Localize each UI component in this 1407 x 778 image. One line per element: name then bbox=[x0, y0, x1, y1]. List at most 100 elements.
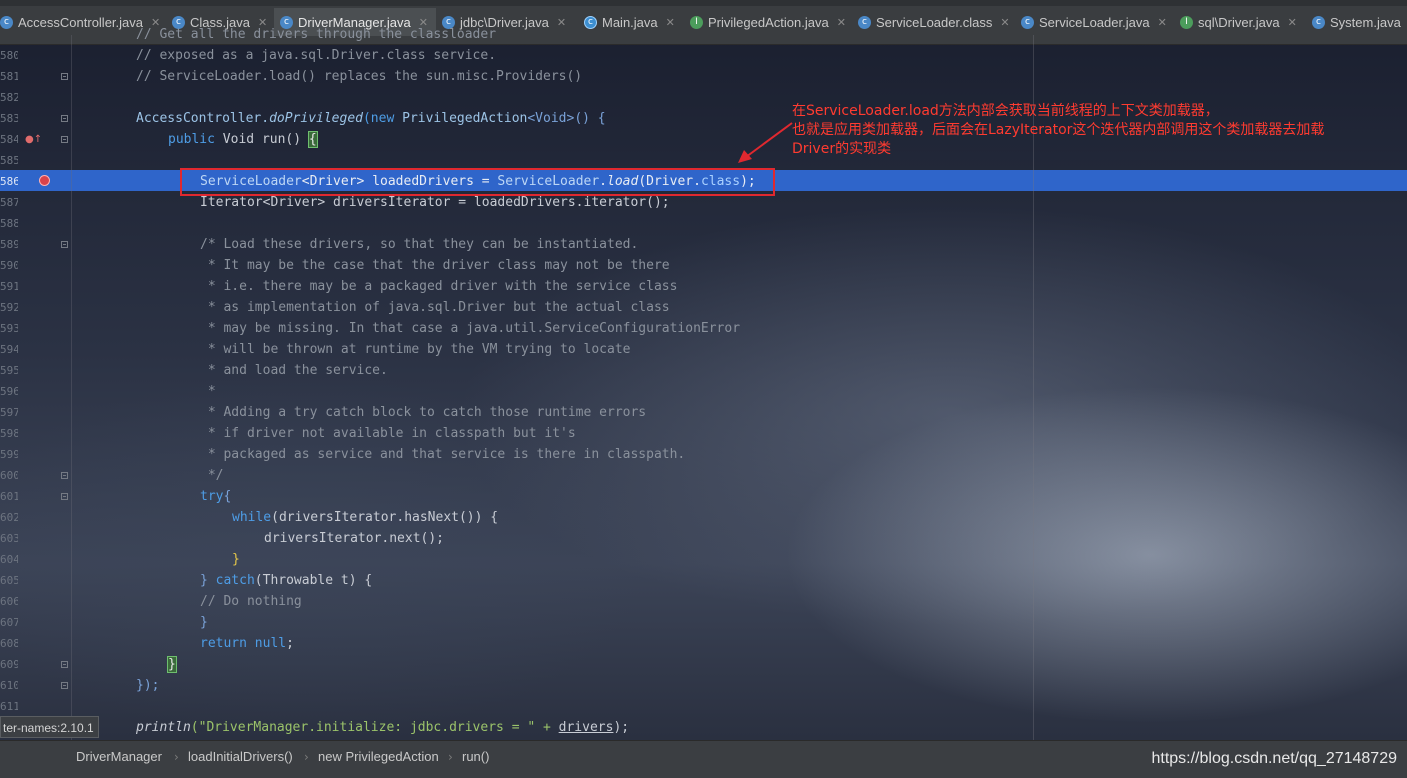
interface-icon: I bbox=[1180, 15, 1193, 29]
code-token: } bbox=[167, 656, 177, 673]
line-number: 593 bbox=[0, 322, 18, 335]
code-line[interactable]: * packaged as service and that service i… bbox=[72, 444, 685, 465]
breadcrumb-item[interactable]: loadInitialDrivers() bbox=[188, 748, 293, 766]
code-line[interactable]: /* Load these drivers, so that they can … bbox=[72, 234, 638, 255]
code-token: } bbox=[200, 573, 216, 588]
line-number: 597 bbox=[0, 406, 18, 419]
code-line[interactable]: * i.e. there may be a packaged driver wi… bbox=[72, 276, 678, 297]
main-class-icon: c bbox=[584, 15, 597, 29]
tab-service-loader-class[interactable]: c ServiceLoader.class ✕ bbox=[858, 8, 1010, 36]
chevron-right-icon: › bbox=[174, 750, 179, 764]
code-line[interactable]: // ServiceLoader.load() replaces the sun… bbox=[72, 66, 582, 87]
line-number: 609 bbox=[0, 658, 18, 671]
breadcrumb-item[interactable]: DriverManager bbox=[76, 748, 162, 766]
code-line[interactable]: */ bbox=[72, 465, 224, 486]
line-number: 607 bbox=[0, 616, 18, 629]
breadcrumb-item[interactable]: run() bbox=[462, 748, 489, 766]
code-line[interactable]: // Get all the drivers through the class… bbox=[72, 24, 496, 45]
fold-marker-icon[interactable] bbox=[61, 682, 68, 689]
tab-label: sql\Driver.java bbox=[1198, 14, 1280, 30]
tab-label: PrivilegedAction.java bbox=[708, 14, 829, 30]
close-icon[interactable]: ✕ bbox=[1158, 16, 1167, 29]
tab-label: System.java bbox=[1330, 14, 1401, 30]
interface-icon: I bbox=[690, 15, 703, 29]
tab-sql-driver[interactable]: I sql\Driver.java ✕ bbox=[1180, 8, 1297, 36]
line-number: 596 bbox=[0, 385, 18, 398]
code-token: { bbox=[307, 131, 318, 148]
code-line[interactable]: * It may be the case that the driver cla… bbox=[72, 255, 670, 276]
code-line[interactable]: * bbox=[72, 381, 216, 402]
fold-marker-icon[interactable] bbox=[61, 73, 68, 80]
line-number: 587 bbox=[0, 196, 18, 209]
line-number: 601 bbox=[0, 490, 18, 503]
annotation-line: 也就是应用类加载器，后面会在LazyIterator这个迭代器内部调用这个类加载… bbox=[792, 122, 1325, 138]
code-line[interactable]: } bbox=[72, 612, 208, 633]
close-icon[interactable]: ✕ bbox=[837, 16, 846, 29]
line-number: 582 bbox=[0, 91, 18, 104]
class-icon: c bbox=[1021, 15, 1034, 29]
tab-privileged-action[interactable]: I PrivilegedAction.java ✕ bbox=[690, 8, 846, 36]
chevron-right-icon: › bbox=[448, 750, 453, 764]
annotation-line: Driver的实现类 bbox=[792, 141, 892, 157]
line-number: 598 bbox=[0, 427, 18, 440]
toolbar-strip bbox=[0, 0, 1407, 6]
code-line[interactable]: // Do nothing bbox=[72, 591, 302, 612]
fold-marker-icon[interactable] bbox=[61, 241, 68, 248]
line-number: 611 bbox=[0, 700, 18, 713]
code-line[interactable]: // exposed as a java.sql.Driver.class se… bbox=[72, 45, 496, 66]
code-line[interactable]: * if driver not available in classpath b… bbox=[72, 423, 576, 444]
code-token: (Throwable t) { bbox=[254, 573, 373, 588]
chevron-right-icon: › bbox=[304, 750, 309, 764]
code-line[interactable]: while(driversIterator.hasNext()) { bbox=[72, 507, 498, 528]
code-line[interactable]: AccessController.doPrivileged(new Privil… bbox=[72, 108, 606, 129]
code-line[interactable]: * will be thrown at runtime by the VM tr… bbox=[72, 339, 631, 360]
code-token: (driversIterator.hasNext()) { bbox=[271, 510, 499, 525]
annotation-line: 在ServiceLoader.load方法内部会获取当前线程的上下文类加载器， bbox=[792, 103, 1219, 119]
close-icon[interactable]: ✕ bbox=[557, 16, 566, 29]
code-line[interactable]: } catch(Throwable t) { bbox=[72, 570, 372, 591]
code-line[interactable]: driversIterator.next(); bbox=[72, 528, 444, 549]
line-number: 589 bbox=[0, 238, 18, 251]
line-number: 606 bbox=[0, 595, 18, 608]
fold-marker-icon[interactable] bbox=[61, 115, 68, 122]
code-line[interactable]: * Adding a try catch block to catch thos… bbox=[72, 402, 646, 423]
line-number: 610 bbox=[0, 679, 18, 692]
fold-marker-icon[interactable] bbox=[61, 661, 68, 668]
line-number: 588 bbox=[0, 217, 18, 230]
code-line[interactable]: return null; bbox=[72, 633, 294, 654]
tab-main[interactable]: c Main.java ✕ bbox=[584, 8, 675, 36]
fold-marker-icon[interactable] bbox=[61, 472, 68, 479]
tab-label: Main.java bbox=[602, 14, 658, 30]
code-token: public bbox=[168, 132, 223, 147]
code-line[interactable]: println("DriverManager.initialize: jdbc.… bbox=[72, 717, 629, 738]
close-icon[interactable]: ✕ bbox=[666, 16, 675, 29]
watermark-text: https://blog.csdn.net/qq_27148729 bbox=[1151, 750, 1397, 767]
line-number: 592 bbox=[0, 301, 18, 314]
code-line[interactable]: } bbox=[72, 654, 177, 675]
fold-marker-icon[interactable] bbox=[61, 136, 68, 143]
line-number: 602 bbox=[0, 511, 18, 524]
close-icon[interactable]: ✕ bbox=[1000, 16, 1009, 29]
tab-system[interactable]: c System.java bbox=[1312, 8, 1401, 36]
code-line[interactable]: } bbox=[72, 549, 240, 570]
code-token: ); bbox=[613, 720, 630, 735]
code-token: while bbox=[232, 510, 272, 525]
line-number: 584 bbox=[0, 133, 18, 146]
override-icon[interactable]: ●↑ bbox=[25, 134, 42, 145]
tab-label: ServiceLoader.class bbox=[876, 14, 993, 30]
tab-service-loader-java[interactable]: c ServiceLoader.java ✕ bbox=[1021, 8, 1167, 36]
code-line[interactable]: try{ bbox=[72, 486, 231, 507]
close-icon[interactable]: ✕ bbox=[1288, 16, 1297, 29]
code-line[interactable]: * and load the service. bbox=[72, 360, 388, 381]
code-token: { bbox=[223, 489, 232, 504]
code-line[interactable]: * as implementation of java.sql.Driver b… bbox=[72, 297, 670, 318]
code-line[interactable]: }); bbox=[72, 675, 159, 696]
fold-marker-icon[interactable] bbox=[61, 493, 68, 500]
breakpoint-icon[interactable] bbox=[39, 175, 50, 186]
code-token: null bbox=[254, 636, 287, 651]
breadcrumb-item[interactable]: new PrivilegedAction bbox=[318, 748, 439, 766]
code-line[interactable]: * may be missing. In that case a java.ut… bbox=[72, 318, 740, 339]
line-number: 585 bbox=[0, 154, 18, 167]
code-token: try bbox=[200, 489, 224, 504]
code-line[interactable]: public Void run() { bbox=[72, 129, 318, 150]
